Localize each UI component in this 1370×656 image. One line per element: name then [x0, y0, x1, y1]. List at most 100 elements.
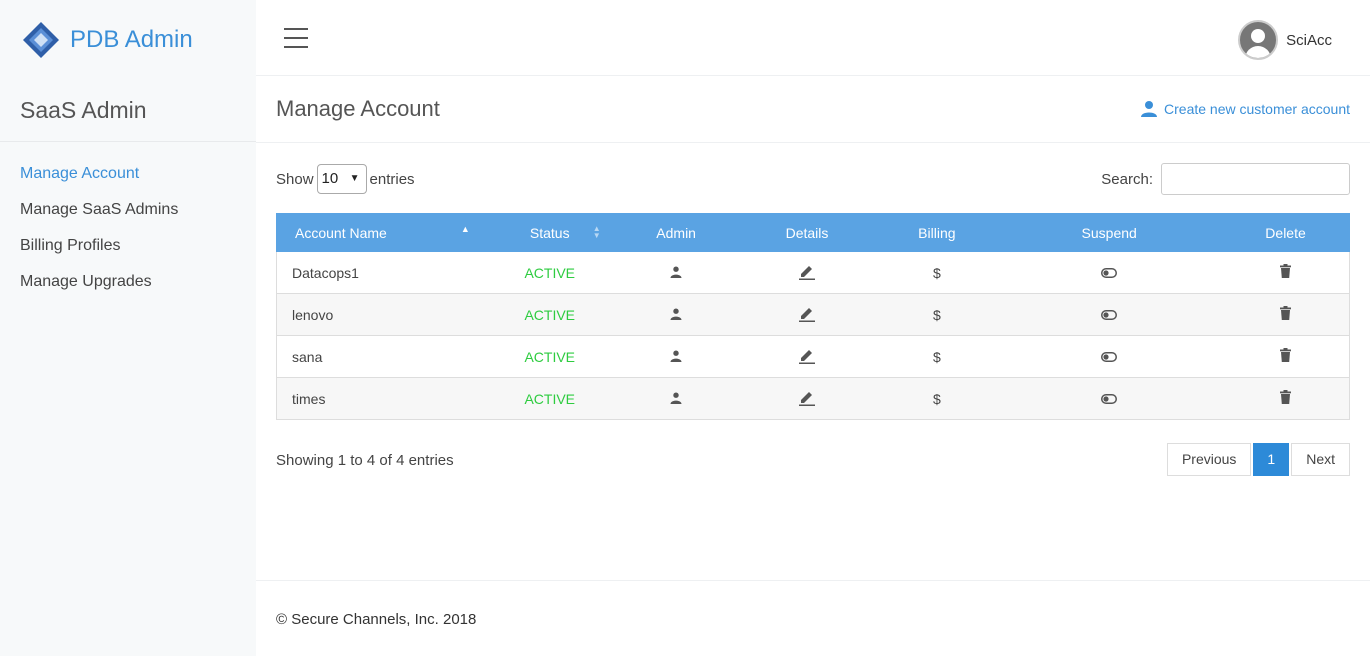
logo-icon — [23, 22, 59, 58]
caret-down-icon: ▼ — [349, 173, 360, 184]
page-1-button[interactable]: 1 — [1253, 443, 1290, 476]
column-label: Details — [785, 224, 829, 241]
previous-button[interactable]: Previous — [1166, 443, 1252, 476]
page-size-select[interactable]: 10 ▼ — [316, 164, 367, 194]
suspend-cell — [996, 377, 1222, 420]
trash-icon[interactable] — [1279, 264, 1291, 278]
suspend-toggle-icon[interactable] — [1101, 309, 1118, 320]
trash-icon[interactable] — [1279, 348, 1291, 362]
sidebar: PDB Admin SaaS Admin Manage Account Mana… — [0, 0, 256, 656]
column-admin: Admin — [614, 213, 738, 252]
column-suspend: Suspend — [996, 213, 1223, 252]
admin-user-icon[interactable] — [670, 308, 682, 320]
brand[interactable]: PDB Admin — [0, 0, 256, 80]
account-name-cell: sana — [276, 335, 485, 378]
status-cell: ACTIVE — [484, 293, 616, 336]
column-label: Admin — [656, 224, 696, 241]
billing-dollar-icon[interactable]: $ — [933, 265, 941, 281]
topbar: SciAcc — [256, 0, 1370, 76]
table-header-row: Account Name ▲ Status ▲ ▼ Admin Details B… — [276, 213, 1350, 252]
trash-icon[interactable] — [1279, 390, 1291, 404]
column-details: Details — [736, 213, 878, 252]
sidebar-title: SaaS Admin — [0, 80, 256, 142]
trash-icon[interactable] — [1279, 306, 1291, 320]
next-button[interactable]: Next — [1291, 443, 1350, 476]
menu-toggle-icon[interactable] — [284, 28, 308, 48]
create-account-link[interactable]: Create new customer account — [1140, 100, 1350, 118]
suspend-toggle-icon[interactable] — [1101, 393, 1118, 404]
sidebar-nav: Manage Account Manage SaaS Admins Billin… — [0, 142, 256, 300]
show-label: Show — [276, 170, 314, 188]
edit-pencil-icon[interactable] — [798, 262, 816, 280]
status-cell: ACTIVE — [484, 377, 616, 420]
account-name-cell: times — [276, 377, 485, 420]
billing-dollar-icon[interactable]: $ — [933, 391, 941, 407]
column-billing: Billing — [876, 213, 998, 252]
copyright: © Secure Channels, Inc. 2018 — [276, 611, 477, 628]
admin-cell — [615, 377, 738, 420]
status-cell: ACTIVE — [484, 251, 616, 294]
entries-label: entries — [369, 170, 415, 188]
details-cell — [737, 251, 877, 294]
billing-cell: $ — [876, 293, 997, 336]
suspend-toggle-icon[interactable] — [1101, 267, 1118, 278]
billing-dollar-icon[interactable]: $ — [933, 307, 941, 323]
sort-ascending-icon: ▲ — [460, 224, 470, 234]
delete-cell — [1221, 377, 1350, 420]
column-label: Billing — [918, 224, 956, 241]
search-input[interactable] — [1161, 163, 1350, 195]
table-row: times ACTIVE $ — [276, 377, 1350, 420]
accounts-table: Account Name ▲ Status ▲ ▼ Admin Details B… — [276, 213, 1350, 420]
user-icon — [1141, 101, 1158, 117]
delete-cell — [1221, 335, 1350, 378]
edit-pencil-icon[interactable] — [798, 388, 816, 406]
suspend-cell — [996, 251, 1222, 294]
sidebar-item-manage-upgrades[interactable]: Manage Upgrades — [0, 264, 256, 300]
page-size-control: Show 10 ▼ entries — [276, 163, 415, 195]
search-control: Search: — [1101, 163, 1350, 195]
column-label: Status — [529, 224, 570, 241]
pagination: Previous 1 Next — [1165, 443, 1350, 476]
page-header: Manage Account Create new customer accou… — [256, 76, 1370, 143]
avatar — [1238, 20, 1279, 60]
suspend-toggle-icon[interactable] — [1101, 351, 1118, 362]
details-cell — [737, 335, 877, 378]
admin-user-icon[interactable] — [670, 266, 682, 278]
admin-cell — [615, 251, 738, 294]
column-label: Account Name — [295, 224, 387, 241]
suspend-cell — [996, 293, 1222, 336]
admin-user-icon[interactable] — [670, 392, 682, 404]
user-menu[interactable]: SciAcc — [1238, 20, 1332, 60]
account-name-cell: Datacops1 — [276, 251, 485, 294]
billing-dollar-icon[interactable]: $ — [933, 349, 941, 365]
suspend-cell — [996, 335, 1222, 378]
billing-cell: $ — [876, 335, 997, 378]
edit-pencil-icon[interactable] — [798, 346, 816, 364]
delete-cell — [1221, 293, 1350, 336]
admin-user-icon[interactable] — [670, 350, 682, 362]
brand-name: PDB Admin — [70, 26, 193, 53]
account-name-cell: lenovo — [276, 293, 485, 336]
column-status[interactable]: Status ▲ ▼ — [483, 213, 616, 252]
footer: © Secure Channels, Inc. 2018 — [256, 580, 1370, 656]
sort-both-icon: ▲ ▼ — [592, 224, 601, 240]
sidebar-item-billing-profiles[interactable]: Billing Profiles — [0, 228, 256, 264]
delete-cell — [1221, 251, 1350, 294]
details-cell — [737, 293, 877, 336]
table-row: sana ACTIVE $ — [276, 335, 1350, 378]
column-label: Suspend — [1081, 224, 1137, 241]
page-title: Manage Account — [276, 96, 440, 121]
table-controls: Show 10 ▼ entries Search: — [276, 163, 1350, 195]
admin-cell — [615, 335, 738, 378]
column-account-name[interactable]: Account Name ▲ — [276, 213, 485, 252]
search-label: Search: — [1101, 170, 1153, 188]
sidebar-item-manage-saas-admins[interactable]: Manage SaaS Admins — [0, 192, 256, 228]
page-size-value: 10 — [321, 170, 339, 187]
sidebar-item-manage-account[interactable]: Manage Account — [0, 156, 256, 192]
status-cell: ACTIVE — [484, 335, 616, 378]
details-cell — [737, 377, 877, 420]
billing-cell: $ — [876, 377, 997, 420]
edit-pencil-icon[interactable] — [798, 304, 816, 322]
table-info: Showing 1 to 4 of 4 entries — [276, 452, 454, 469]
table-row: Datacops1 ACTIVE $ — [276, 251, 1350, 294]
